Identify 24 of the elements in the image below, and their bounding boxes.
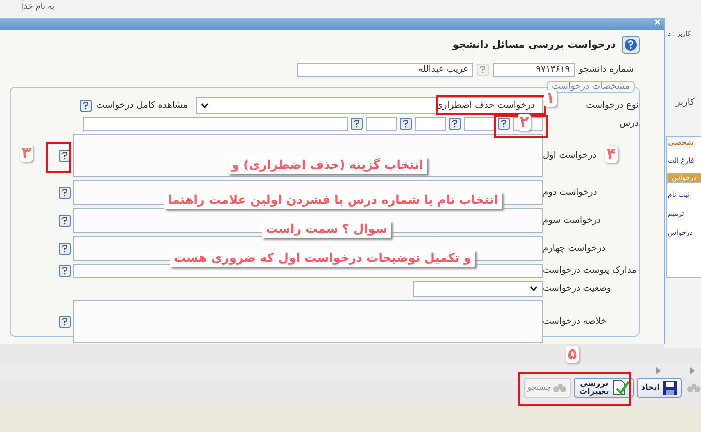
- dialog-title: درخواست بررسی مسائل دانشجو: [452, 40, 616, 50]
- annotation-tooltip: و تکمیل توضیحات درخواست اول که ضروری هست: [170, 250, 476, 267]
- field-label: درخواست سوم: [543, 216, 602, 226]
- user-label: کاربر: [676, 98, 695, 108]
- step-number-tooltip: ۲: [518, 114, 532, 131]
- field-label: وضعیت درخواست: [543, 284, 612, 294]
- field-label: درخواست چهارم: [543, 244, 606, 254]
- field-label: شماره دانشجو: [579, 65, 634, 75]
- field-label: درخواست اول: [543, 150, 597, 160]
- step-number-tooltip: ۵: [566, 346, 580, 363]
- field-label: درس: [618, 119, 639, 129]
- step-number-tooltip: ۱: [544, 90, 558, 107]
- annotation-tooltip: انتخاب نام یا شماره درس با فشردن اولین علامت راهنما: [164, 192, 502, 209]
- greeting-text: به نام خدا: [22, 2, 55, 11]
- annotation-tooltip: سوال ؟ سمت راست: [262, 221, 392, 238]
- step-number-tooltip: ۴: [605, 146, 618, 163]
- field-label: نوع درخواست: [585, 100, 639, 110]
- field-label: مدارک پیوست درخواست: [543, 266, 637, 276]
- field-label: درخواست دوم: [543, 188, 598, 198]
- field-label: خلاصه درخواست: [543, 316, 607, 326]
- field-label: مشاهده کامل درخواست: [96, 100, 188, 110]
- fieldset-legend: مشخصات درخواست: [547, 81, 635, 93]
- step-number-tooltip: ۳: [20, 145, 34, 162]
- annotation-tooltip: انتخاب گزینه (حذف اضطراری) و: [228, 157, 428, 174]
